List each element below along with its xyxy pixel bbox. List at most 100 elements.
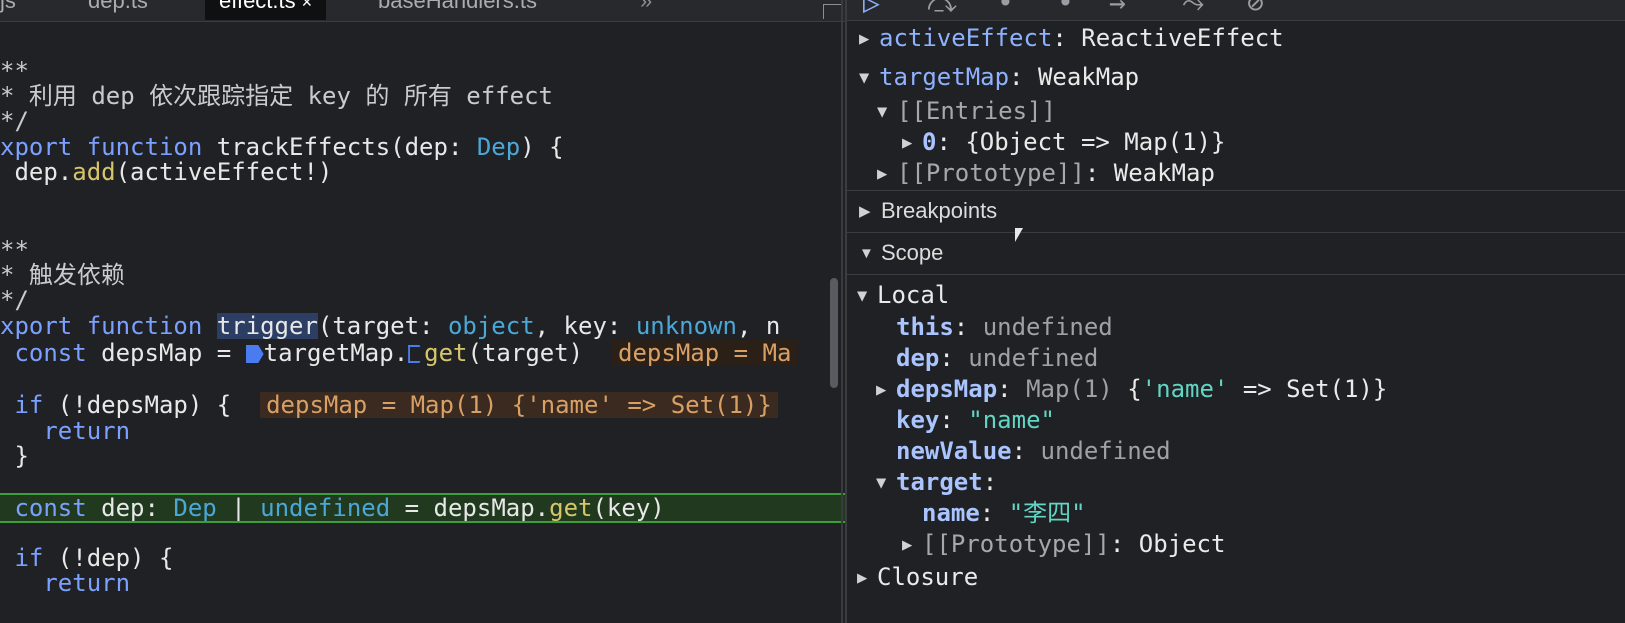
code-text: (!dep) { xyxy=(43,545,174,571)
scope-var-depsMap[interactable]: ▶ depsMap: Map(1) {'name' => Set(1)} xyxy=(876,374,1387,404)
property-name: dep xyxy=(896,344,940,372)
expand-arrow-icon[interactable]: ▶ xyxy=(877,159,897,189)
scope-var-dep[interactable]: dep: undefined xyxy=(896,343,1098,373)
code-text: | xyxy=(216,494,261,522)
scope-section-header[interactable]: ▼ Scope xyxy=(847,232,1625,273)
breakpoints-section-header[interactable]: ▶ Breakpoints xyxy=(847,190,1625,231)
code-text: (target) xyxy=(467,340,584,366)
method-name: add xyxy=(72,159,116,185)
tree-entry-0[interactable]: ▶ 0: {Object => Map(1)} xyxy=(902,127,1225,157)
property-name: [[Prototype]] xyxy=(897,159,1085,187)
close-icon[interactable]: × xyxy=(302,0,313,12)
property-value: undefined xyxy=(968,344,1099,372)
tab-effect-active[interactable]: effect.ts × xyxy=(205,0,327,20)
deactivate-breakpoints-icon[interactable]: ⤳ xyxy=(1182,0,1204,20)
comment-text: * 触发依赖 xyxy=(0,262,125,288)
type-name: Dep xyxy=(173,494,217,522)
code-text: ) { xyxy=(520,134,564,160)
code-line: */ xyxy=(0,108,850,134)
property-name: [[Entries]] xyxy=(897,97,1056,125)
scope-var-target-prototype[interactable]: ▶ [[Prototype]]: Object xyxy=(902,529,1225,559)
expand-arrow-icon[interactable]: ▶ xyxy=(902,128,922,158)
property-name: 0 xyxy=(922,128,937,156)
step-into-icon[interactable]: • xyxy=(997,0,1014,19)
code-line: ** xyxy=(0,58,850,84)
property-value: WeakMap xyxy=(1113,159,1215,187)
code-area[interactable]: ** * 利用 dep 依次跟踪指定 key 的 所有 effect */ xp… xyxy=(0,0,855,623)
tree-prototype[interactable]: ▶ [[Prototype]]: WeakMap xyxy=(877,158,1215,188)
scope-var-newValue[interactable]: newValue: undefined xyxy=(896,436,1171,466)
keyword: return xyxy=(0,570,131,596)
step-icon[interactable]: → xyxy=(1109,0,1126,19)
tab-js[interactable]: js xyxy=(0,0,16,20)
code-line: if (!dep) { xyxy=(0,545,850,571)
code-text: = depsMap. xyxy=(390,494,550,522)
property-name: key xyxy=(896,406,940,434)
pane-divider xyxy=(841,0,843,623)
property-value: "name" xyxy=(968,406,1055,434)
code-line: const depsMap = targetMap. get(target) de… xyxy=(0,340,850,366)
property-name: activeEffect xyxy=(879,24,1053,52)
code-line: return xyxy=(0,418,850,444)
property-value: "李四" xyxy=(1008,499,1086,527)
scope-var-target[interactable]: ▼ target: xyxy=(876,467,997,497)
property-name: name xyxy=(922,499,980,527)
property-value: 'name' xyxy=(1141,375,1229,403)
property-value: Map(1) xyxy=(1026,375,1128,403)
expand-arrow-icon[interactable]: ▶ xyxy=(859,192,881,232)
property-value: ReactiveEffect xyxy=(1081,24,1284,52)
collapse-arrow-icon[interactable]: ▼ xyxy=(876,468,896,498)
debugger-toolbar: ▷ ⤼ • • → ⤳ ⊘ xyxy=(847,0,1625,21)
code-line: * 利用 dep 依次跟踪指定 key 的 所有 effect xyxy=(0,83,850,109)
keyword: xport xyxy=(0,134,73,160)
watch-targetMap[interactable]: ▼ targetMap: WeakMap xyxy=(859,62,1139,92)
scope-var-key[interactable]: key: "name" xyxy=(896,405,1055,435)
step-out-icon[interactable]: • xyxy=(1057,0,1074,19)
collapse-arrow-icon[interactable]: ▼ xyxy=(877,97,897,127)
code-line: dep.add(activeEffect!) xyxy=(0,159,850,185)
comment-text: ** xyxy=(0,237,29,263)
step-over-icon[interactable]: ⤼ xyxy=(927,0,957,20)
expand-arrow-icon[interactable]: ▶ xyxy=(857,563,877,593)
tab-basehandlers[interactable]: baseHandlers.ts xyxy=(378,0,537,20)
inline-breakpoint-icon[interactable] xyxy=(245,345,264,363)
editor-scrollbar[interactable] xyxy=(830,278,838,388)
scope-var-target-name[interactable]: name: "李四" xyxy=(922,498,1086,528)
property-name: targetMap xyxy=(879,63,1010,91)
comment-text: * 利用 dep 依次跟踪指定 key 的 所有 effect xyxy=(0,83,553,109)
property-value: => Set(1)} xyxy=(1228,375,1388,403)
mouse-pointer-icon xyxy=(1015,228,1023,242)
scope-local[interactable]: ▼ Local xyxy=(857,280,949,310)
expand-arrow-icon[interactable]: ▶ xyxy=(902,530,922,560)
property-name: target xyxy=(896,468,983,496)
split-editor-icon[interactable] xyxy=(823,4,843,19)
collapse-arrow-icon[interactable]: ▼ xyxy=(857,281,877,311)
expand-arrow-icon[interactable]: ▶ xyxy=(859,24,879,54)
scope-var-this[interactable]: this: undefined xyxy=(896,312,1113,342)
scope-closure[interactable]: ▶ Closure xyxy=(857,562,978,592)
comment-text: */ xyxy=(0,287,29,313)
method-name: get xyxy=(549,494,593,522)
collapse-arrow-icon[interactable]: ▼ xyxy=(859,63,879,93)
resume-icon[interactable]: ▷ xyxy=(863,0,880,19)
property-value: undefined xyxy=(982,313,1113,341)
more-tabs-icon[interactable]: » xyxy=(640,0,652,14)
tree-entries[interactable]: ▼ [[Entries]] xyxy=(877,96,1056,126)
keyword: if xyxy=(0,545,44,571)
comment-text: ** xyxy=(0,58,29,84)
watch-activeEffect[interactable]: ▶ activeEffect: ReactiveEffect xyxy=(859,23,1284,53)
inline-value: depsMap = Map(1) {'name' => Set(1)} xyxy=(260,392,778,418)
code-text: (key) xyxy=(592,494,665,522)
property-value: WeakMap xyxy=(1037,63,1140,91)
keyword: return xyxy=(0,418,131,444)
pause-exceptions-icon[interactable]: ⊘ xyxy=(1247,0,1264,19)
code-editor[interactable]: ** * 利用 dep 依次跟踪指定 key 的 所有 effect */ xp… xyxy=(0,0,855,623)
function-name: trackEffects xyxy=(216,134,391,160)
collapse-arrow-icon[interactable]: ▼ xyxy=(859,234,881,274)
tab-dep[interactable]: dep.ts xyxy=(88,0,148,20)
expand-arrow-icon[interactable]: ▶ xyxy=(876,375,896,405)
selected-function-name[interactable]: trigger xyxy=(216,313,318,339)
inline-breakpoint-outline-icon[interactable] xyxy=(408,345,425,363)
current-execution-line: const dep: Dep | undefined = depsMap.get… xyxy=(0,493,850,523)
method-name: get xyxy=(424,340,468,366)
